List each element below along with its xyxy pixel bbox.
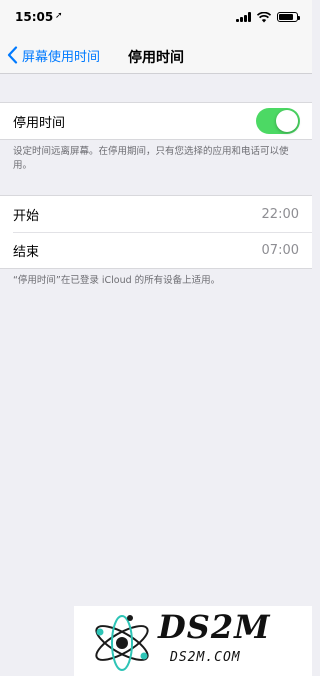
end-time-value: 07:00 bbox=[261, 243, 299, 258]
wifi-icon bbox=[257, 11, 271, 22]
end-time-label: 结束 bbox=[13, 244, 40, 260]
toggle-knob bbox=[276, 110, 298, 132]
watermark-title: DS2M bbox=[158, 608, 271, 646]
back-button-label: 屏幕使用时间 bbox=[22, 49, 101, 65]
battery-icon bbox=[277, 12, 300, 22]
navigation-bar: 屏幕使用时间 停用时间 bbox=[0, 36, 312, 74]
battery-fill bbox=[279, 14, 293, 20]
status-bar: 15:05 ➚ bbox=[0, 0, 312, 36]
status-time: 15:05 bbox=[15, 10, 54, 24]
downtime-row: 停用时间 bbox=[0, 103, 312, 139]
downtime-description: 设定时间远离屏幕。在停用期间，只有您选择的应用和电话可以使用。 bbox=[13, 146, 289, 171]
downtime-toggle[interactable] bbox=[256, 108, 300, 134]
downtime-label: 停用时间 bbox=[13, 115, 66, 131]
schedule-group: 开始 22:00 结束 07:00 bbox=[0, 195, 312, 269]
downtime-group: 停用时间 bbox=[0, 102, 312, 140]
watermark: DS2M DS2M.COM bbox=[74, 606, 312, 676]
chevron-left-icon bbox=[7, 46, 18, 64]
signal-icon bbox=[236, 12, 251, 22]
atom-logo-icon bbox=[95, 615, 149, 671]
back-button[interactable]: 屏幕使用时间 bbox=[7, 44, 100, 66]
watermark-subtitle: DS2M.COM bbox=[170, 650, 241, 665]
start-time-row[interactable]: 开始 22:00 bbox=[0, 196, 312, 232]
end-time-row[interactable]: 结束 07:00 bbox=[0, 232, 312, 268]
schedule-description: “停用时间”在已登录 iCloud 的所有设备上适用。 bbox=[13, 275, 221, 286]
page-title: 停用时间 bbox=[128, 50, 184, 66]
location-icon: ➚ bbox=[55, 11, 63, 21]
start-time-label: 开始 bbox=[13, 208, 40, 224]
status-icons bbox=[236, 11, 300, 23]
start-time-value: 22:00 bbox=[261, 207, 299, 222]
